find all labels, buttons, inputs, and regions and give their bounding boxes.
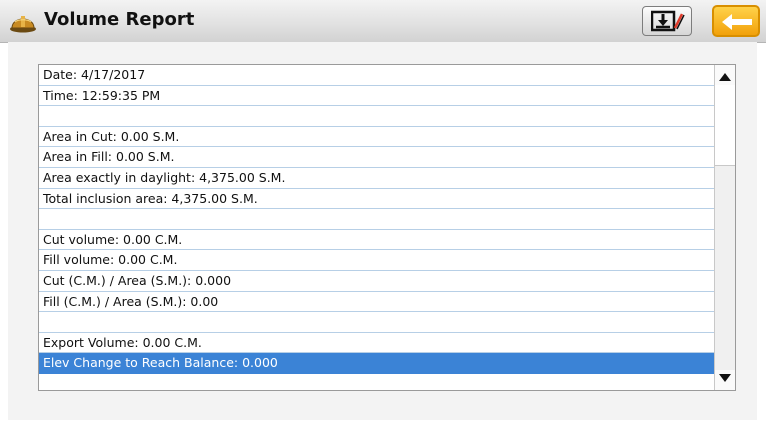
vertical-scrollbar[interactable]	[714, 65, 735, 390]
report-row[interactable]: Area in Cut: 0.00 S.M.	[39, 127, 715, 148]
hard-hat-icon	[9, 8, 37, 34]
report-row[interactable]: Date: 4/17/2017	[39, 65, 715, 86]
report-row[interactable]: Cut volume: 0.00 C.M.	[39, 230, 715, 251]
page-title: Volume Report	[44, 9, 195, 30]
report-row[interactable]: Area in Fill: 0.00 S.M.	[39, 147, 715, 168]
report-row-blank[interactable]	[39, 209, 715, 230]
report-row[interactable]: Fill (C.M.) / Area (S.M.): 0.00	[39, 292, 715, 313]
export-report-button[interactable]	[642, 6, 692, 36]
report-row[interactable]: Area exactly in daylight: 4,375.00 S.M.	[39, 168, 715, 189]
report-list[interactable]: Date: 4/17/2017 Time: 12:59:35 PM Area in …	[38, 64, 736, 391]
scroll-down-icon[interactable]	[719, 374, 731, 382]
report-row[interactable]: Time: 12:59:35 PM	[39, 86, 715, 107]
report-row[interactable]: Cut (C.M.) / Area (S.M.): 0.000	[39, 271, 715, 292]
title-bar: Volume Report	[0, 0, 766, 43]
report-row[interactable]: Export Volume: 0.00 C.M.	[39, 333, 715, 354]
report-row[interactable]: Fill volume: 0.00 C.M.	[39, 250, 715, 271]
back-button[interactable]	[712, 5, 760, 37]
report-row-blank[interactable]	[39, 106, 715, 127]
report-row[interactable]: Total inclusion area: 4,375.00 S.M.	[39, 189, 715, 210]
report-row[interactable]: Elev Change to Reach Balance: 0.000	[39, 353, 715, 374]
scroll-up-icon[interactable]	[719, 73, 731, 81]
scroll-thumb[interactable]	[715, 85, 735, 166]
report-rows: Date: 4/17/2017 Time: 12:59:35 PM Area in …	[39, 65, 715, 374]
report-row-blank[interactable]	[39, 312, 715, 333]
